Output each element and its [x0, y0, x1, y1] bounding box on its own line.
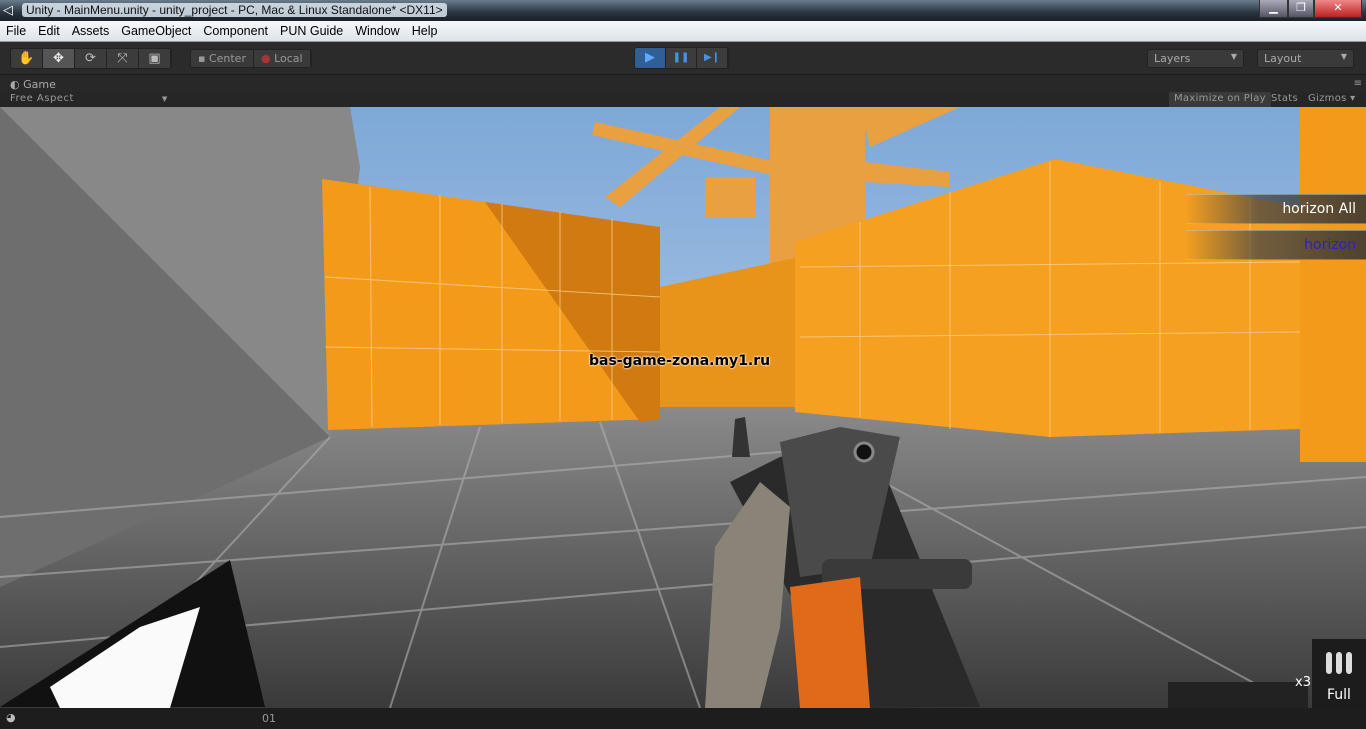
rotate-icon[interactable]: ⟳	[75, 49, 107, 68]
restore-button[interactable]: ❐	[1288, 0, 1314, 18]
aspect-dropdown[interactable]: Free Aspect ▼	[10, 93, 168, 104]
bullets-icon	[1326, 652, 1352, 674]
center-button[interactable]: ▪ Center	[191, 50, 254, 67]
menu-gameobject[interactable]: GameObject	[115, 21, 197, 38]
aspect-label: Free Aspect	[10, 93, 74, 104]
transform-tools: ✋ ✥ ⟳ ⤧ ▣	[10, 48, 172, 69]
pause-button[interactable]: ❚❚	[666, 48, 697, 68]
ammo-status: Full	[1327, 687, 1351, 703]
local-label: Local	[274, 52, 303, 65]
menu-assets[interactable]: Assets	[66, 21, 116, 38]
gizmos-label: Gizmos	[1308, 93, 1347, 104]
play-button[interactable]: ▶	[635, 48, 666, 68]
layout-label: Layout	[1264, 52, 1302, 65]
gizmos-dropdown[interactable]: Gizmos ▾	[1303, 92, 1360, 107]
chevron-down-icon: ▼	[1340, 52, 1347, 61]
play-controls: ▶ ❚❚ ▶❙	[634, 47, 729, 69]
step-button[interactable]: ▶❙	[697, 48, 728, 68]
chevron-down-icon: ▼	[1230, 52, 1237, 61]
local-button[interactable]: ● Local	[254, 50, 311, 67]
game-viewport[interactable]: bas-game-zona.my1.ru horizon All horizon…	[0, 107, 1366, 708]
unity-logo-icon: ◁	[3, 3, 13, 18]
menu-window[interactable]: Window	[349, 21, 405, 38]
orange-pillar	[1300, 107, 1366, 462]
menu-file[interactable]: File	[0, 21, 32, 38]
move-icon[interactable]: ✥	[43, 49, 75, 68]
status-bar: ◕ 01	[0, 708, 1366, 729]
center-label: Center	[208, 52, 246, 65]
window-title: Unity - MainMenu.unity - unity_project -…	[22, 3, 447, 17]
ammo-multiplier: x3	[1295, 675, 1311, 690]
rect-icon[interactable]: ▣	[139, 49, 171, 68]
menu-pun-guide[interactable]: PUN Guide	[274, 21, 349, 38]
menu-edit[interactable]: Edit	[32, 21, 66, 38]
minimize-button[interactable]: ▁	[1259, 0, 1288, 18]
pivot-toggles: ▪ Center ● Local	[190, 49, 312, 68]
menu-help[interactable]: Help	[406, 21, 444, 38]
watermark-text: bas-game-zona.my1.ru	[589, 353, 771, 369]
maximize-on-play-toggle[interactable]: Maximize on Play	[1169, 92, 1271, 107]
layout-dropdown[interactable]: Layout ▼	[1257, 49, 1354, 68]
layers-label: Layers	[1154, 52, 1191, 65]
game-tab[interactable]: ◐ Game ≡	[0, 74, 1366, 92]
title-bar: ◁ Unity - MainMenu.unity - unity_project…	[0, 0, 1366, 21]
status-text: 01	[262, 712, 276, 725]
hand-icon[interactable]: ✋	[11, 49, 43, 68]
close-button[interactable]: ✕	[1314, 0, 1362, 18]
scale-icon[interactable]: ⤧	[107, 49, 139, 68]
ammo-panel	[1168, 682, 1308, 708]
menu-bar: File Edit Assets GameObject Component PUN Gui…	[0, 21, 1366, 42]
stats-toggle[interactable]: Stats	[1266, 92, 1303, 107]
console-icon[interactable]: ◕	[6, 711, 16, 724]
game-tab-label: ◐ Game	[10, 78, 56, 91]
local-icon: ●	[260, 52, 271, 65]
game-tab-text: Game	[23, 78, 56, 91]
menu-component[interactable]: Component	[197, 21, 274, 38]
game-view-toolbar: Free Aspect ▼ Maximize on Play Stats Gizm…	[0, 92, 1366, 107]
game-scene	[0, 107, 1366, 708]
layers-dropdown[interactable]: Layers ▼	[1147, 49, 1244, 68]
player-list-header: horizon All	[1186, 194, 1366, 224]
tab-menu-icon[interactable]: ≡	[1354, 78, 1362, 89]
player-list-item[interactable]: horizon	[1186, 230, 1366, 260]
